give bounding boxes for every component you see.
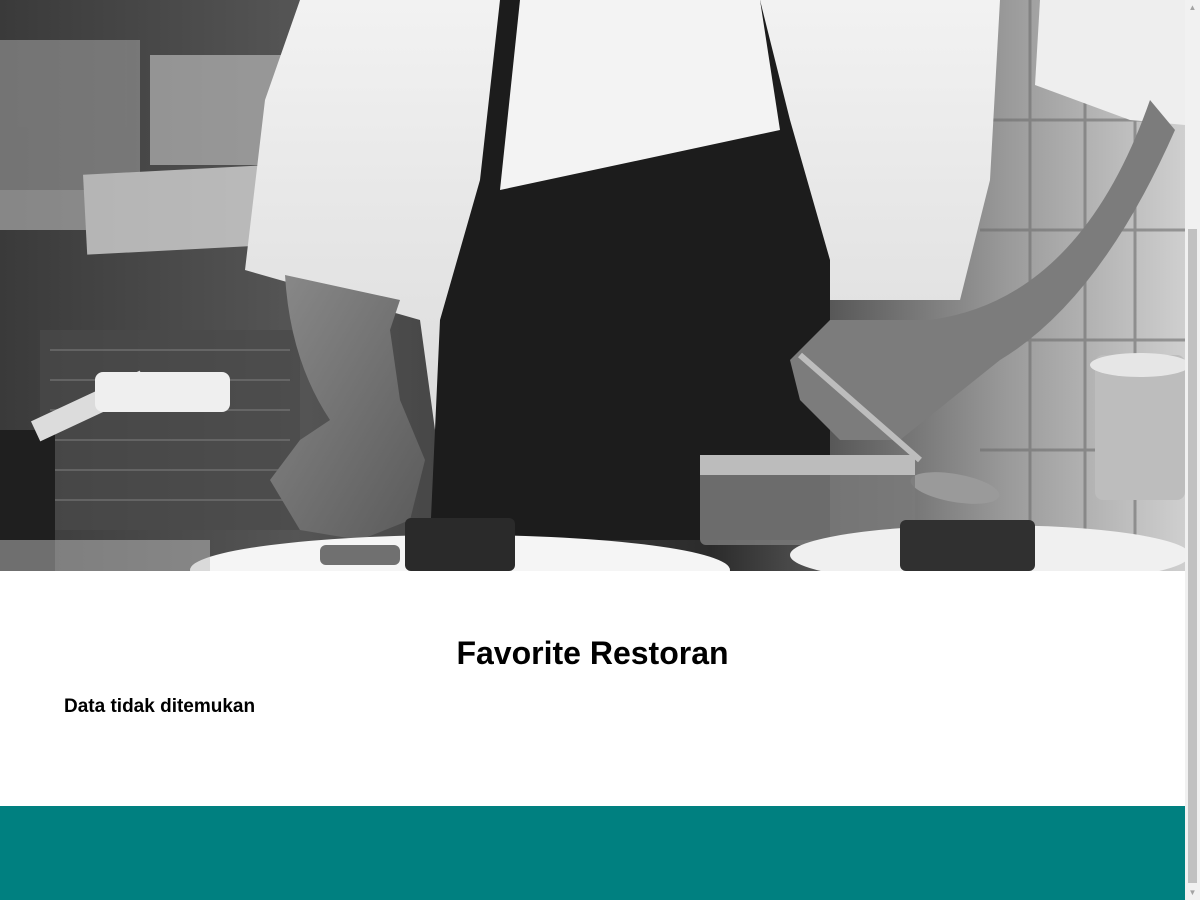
triangle-down-icon[interactable]: ▼ — [1185, 885, 1200, 900]
scrollbar-thumb[interactable] — [1188, 229, 1197, 883]
favorite-section: Favorite Restoran Data tidak ditemukan — [0, 571, 1185, 806]
hero-image — [0, 0, 1185, 571]
vertical-scrollbar[interactable]: ▲ ▼ — [1185, 0, 1200, 900]
page-title: Favorite Restoran — [456, 635, 729, 671]
footer — [0, 806, 1185, 900]
triangle-up-icon[interactable]: ▲ — [1185, 0, 1200, 15]
page: Favorite Restoran Data tidak ditemukan — [0, 0, 1185, 900]
empty-state-message: Data tidak ditemukan — [64, 696, 256, 717]
